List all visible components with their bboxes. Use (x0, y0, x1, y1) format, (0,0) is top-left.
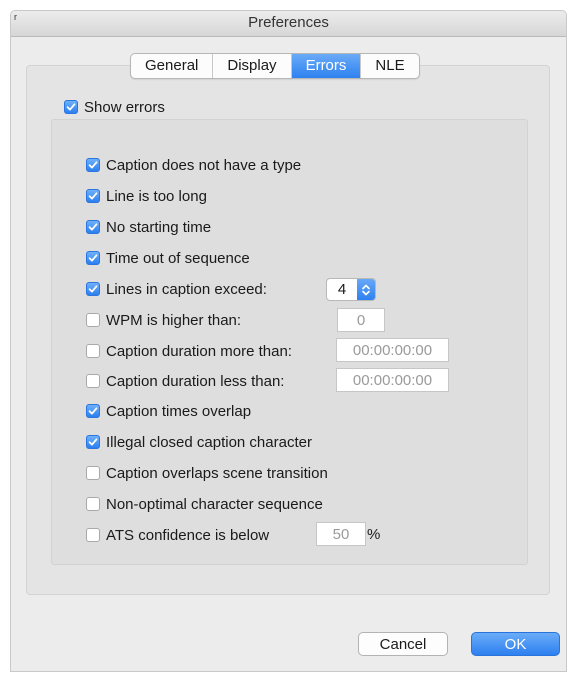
time-out-of-sequence-checkbox[interactable] (86, 251, 100, 265)
duration-less-checkbox[interactable] (86, 374, 100, 388)
lines-exceed-checkbox[interactable] (86, 282, 100, 296)
scene-transition-checkbox[interactable] (86, 466, 100, 480)
illegal-character-checkbox[interactable] (86, 435, 100, 449)
title-bar[interactable]: r Preferences (11, 11, 566, 37)
option-row[interactable]: No starting time (86, 216, 211, 238)
checkmark-icon (66, 103, 76, 111)
option-row[interactable]: WPM is higher than: (86, 309, 241, 331)
non-optimal-sequence-checkbox[interactable] (86, 497, 100, 511)
line-too-long-checkbox[interactable] (86, 189, 100, 203)
checkmark-icon (88, 254, 98, 262)
wpm-input[interactable]: 0 (337, 308, 385, 332)
tab-nle[interactable]: NLE (361, 54, 418, 78)
stepper-arrows-icon[interactable] (357, 279, 375, 300)
option-row[interactable]: Caption duration more than: (86, 340, 292, 362)
option-row[interactable]: ATS confidence is below (86, 524, 269, 546)
ats-confidence-checkbox[interactable] (86, 528, 100, 542)
checkmark-icon (88, 192, 98, 200)
tab-bar: General Display Errors NLE (130, 53, 420, 79)
option-row[interactable]: Caption times overlap (86, 400, 251, 422)
checkmark-icon (88, 161, 98, 169)
wpm-higher-checkbox[interactable] (86, 313, 100, 327)
option-row[interactable]: Caption duration less than: (86, 370, 284, 392)
wpm-higher-label: WPM is higher than: (106, 311, 242, 329)
tab-errors[interactable]: Errors (291, 54, 362, 78)
option-row[interactable]: Lines in caption exceed: (86, 278, 267, 300)
time-out-of-sequence-label: Time out of sequence (106, 249, 250, 267)
show-errors-row[interactable]: Show errors (64, 96, 165, 118)
option-row[interactable]: Caption does not have a type (86, 154, 301, 176)
ats-confidence-label: ATS confidence is below (106, 526, 270, 544)
caption-no-type-label: Caption does not have a type (106, 156, 302, 174)
no-starting-time-label: No starting time (106, 218, 212, 236)
duration-less-input[interactable]: 00:00:00:00 (336, 368, 449, 392)
percent-unit: % (367, 526, 381, 543)
checkmark-icon (88, 223, 98, 231)
illegal-character-label: Illegal closed caption character (106, 433, 312, 451)
non-optimal-sequence-label: Non-optimal character sequence (106, 495, 323, 513)
checkmark-icon (88, 285, 98, 293)
scene-transition-label: Caption overlaps scene transition (106, 464, 328, 482)
duration-more-input[interactable]: 00:00:00:00 (336, 338, 449, 362)
lines-exceed-value[interactable]: 4 (327, 281, 357, 298)
ok-button[interactable]: OK (471, 632, 560, 656)
no-starting-time-checkbox[interactable] (86, 220, 100, 234)
cancel-button[interactable]: Cancel (358, 632, 448, 656)
lines-exceed-stepper[interactable]: 4 (326, 278, 376, 301)
corner-mark: r (14, 12, 17, 22)
option-row[interactable]: Illegal closed caption character (86, 431, 312, 453)
show-errors-label: Show errors (84, 98, 165, 116)
line-too-long-label: Line is too long (106, 187, 207, 205)
checkmark-icon (88, 407, 98, 415)
duration-less-label: Caption duration less than: (106, 372, 285, 390)
lines-exceed-label: Lines in caption exceed: (106, 280, 267, 298)
tab-display[interactable]: Display (213, 54, 292, 78)
times-overlap-label: Caption times overlap (106, 402, 252, 420)
times-overlap-checkbox[interactable] (86, 404, 100, 418)
duration-more-checkbox[interactable] (86, 344, 100, 358)
tab-general[interactable]: General (131, 54, 214, 78)
duration-more-label: Caption duration more than: (106, 342, 292, 360)
checkmark-icon (88, 438, 98, 446)
option-row[interactable]: Non-optimal character sequence (86, 493, 323, 515)
option-row[interactable]: Line is too long (86, 185, 207, 207)
show-errors-checkbox[interactable] (64, 100, 78, 114)
window-title: Preferences (248, 14, 329, 31)
ats-confidence-input[interactable]: 50 (316, 522, 366, 546)
option-row[interactable]: Caption overlaps scene transition (86, 462, 328, 484)
option-row[interactable]: Time out of sequence (86, 247, 250, 269)
caption-no-type-checkbox[interactable] (86, 158, 100, 172)
